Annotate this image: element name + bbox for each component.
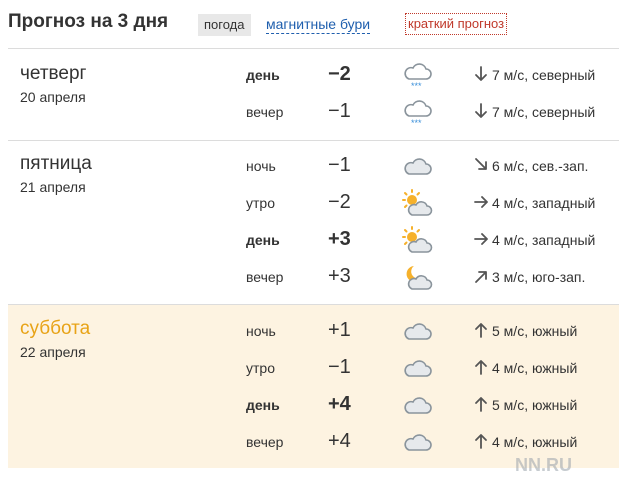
forecast-header: Прогноз на 3 дня погода магнитные бури к… xyxy=(0,0,619,44)
temperature: +4 xyxy=(328,430,351,452)
sun-cloud-icon xyxy=(400,189,434,219)
cloud-icon xyxy=(400,317,434,347)
wind-info: 5 м/с, южный xyxy=(492,397,578,413)
cloud-icon xyxy=(400,428,434,458)
wind-info: 4 м/с, западный xyxy=(492,195,596,211)
temperature: −2 xyxy=(328,63,351,85)
site-logo: NN.RU xyxy=(515,455,572,475)
arrow-down-right-icon xyxy=(474,157,488,173)
cloud-snow-icon: *** xyxy=(400,98,434,128)
page-title: Прогноз на 3 дня xyxy=(8,11,169,32)
wind-info: 7 м/с, северный xyxy=(492,67,596,83)
tab-magnetic-storms[interactable]: магнитные бури xyxy=(266,16,371,34)
forecast-row: ночь −1 6 м/с, сев.-зап. xyxy=(8,149,619,185)
temperature: +3 xyxy=(328,228,351,250)
temperature: +3 xyxy=(328,265,351,287)
arrow-up-icon xyxy=(474,359,488,375)
wind-info: 4 м/с, западный xyxy=(492,232,596,248)
period-label: вечер xyxy=(246,269,284,285)
forecast-row: утро −2 4 м/с, западный xyxy=(8,186,619,222)
period-label: вечер xyxy=(246,104,284,120)
wind-info: 4 м/с, южный xyxy=(492,434,578,450)
wind-info: 4 м/с, южный xyxy=(492,360,578,376)
arrow-up-icon xyxy=(474,396,488,412)
forecast-row: день −2 *** 7 м/с, северный xyxy=(8,58,619,94)
temperature: −1 xyxy=(328,356,351,378)
temperature: +4 xyxy=(328,393,351,415)
moon-cloud-icon xyxy=(400,263,434,293)
arrow-up-right-icon xyxy=(474,268,488,284)
arrow-down-icon xyxy=(474,103,488,119)
arrow-right-icon xyxy=(474,194,488,210)
day-block-thursday: четверг 20 апреля день −2 *** 7 м/с, сев… xyxy=(8,48,619,140)
sun-cloud-icon xyxy=(400,226,434,256)
wind-info: 7 м/с, северный xyxy=(492,104,596,120)
arrow-right-icon xyxy=(474,231,488,247)
forecast-row: день +4 5 м/с, южный xyxy=(8,388,619,424)
forecast-row: утро −1 4 м/с, южный xyxy=(8,351,619,387)
temperature: +1 xyxy=(328,319,351,341)
cloud-icon xyxy=(400,152,434,182)
forecast-row: вечер +3 3 м/с, юго-зап. xyxy=(8,260,619,296)
wind-info: 6 м/с, сев.-зап. xyxy=(492,158,589,174)
temperature: −2 xyxy=(328,191,351,213)
day-block-friday: пятница 21 апреля ночь −1 6 м/с, сев.-за… xyxy=(8,140,619,304)
period-label: день xyxy=(246,397,280,413)
period-label: ночь xyxy=(246,323,276,339)
day-block-saturday: суббота 22 апреля ночь +1 5 м/с, южный у… xyxy=(8,304,619,468)
cloud-icon xyxy=(400,391,434,421)
wind-info: 3 м/с, юго-зап. xyxy=(492,269,586,285)
period-label: ночь xyxy=(246,158,276,174)
arrow-up-icon xyxy=(474,433,488,449)
period-label: день xyxy=(246,232,280,248)
period-label: день xyxy=(246,67,280,83)
arrow-up-icon xyxy=(474,322,488,338)
svg-text:***: *** xyxy=(411,118,422,128)
period-label: утро xyxy=(246,360,275,376)
tab-brief-forecast[interactable]: краткий прогноз xyxy=(405,13,508,35)
wind-info: 5 м/с, южный xyxy=(492,323,578,339)
cloud-icon xyxy=(400,354,434,384)
temperature: −1 xyxy=(328,100,351,122)
tab-weather[interactable]: погода xyxy=(198,14,251,36)
cloud-snow-icon: *** xyxy=(400,61,434,91)
forecast-row: вечер −1 *** 7 м/с, северный xyxy=(8,95,619,131)
forecast-row: день +3 4 м/с, западный xyxy=(8,223,619,259)
forecast-row: ночь +1 5 м/с, южный xyxy=(8,314,619,350)
temperature: −1 xyxy=(328,154,351,176)
period-label: утро xyxy=(246,195,275,211)
period-label: вечер xyxy=(246,434,284,450)
svg-text:***: *** xyxy=(411,81,422,91)
arrow-down-icon xyxy=(474,66,488,82)
